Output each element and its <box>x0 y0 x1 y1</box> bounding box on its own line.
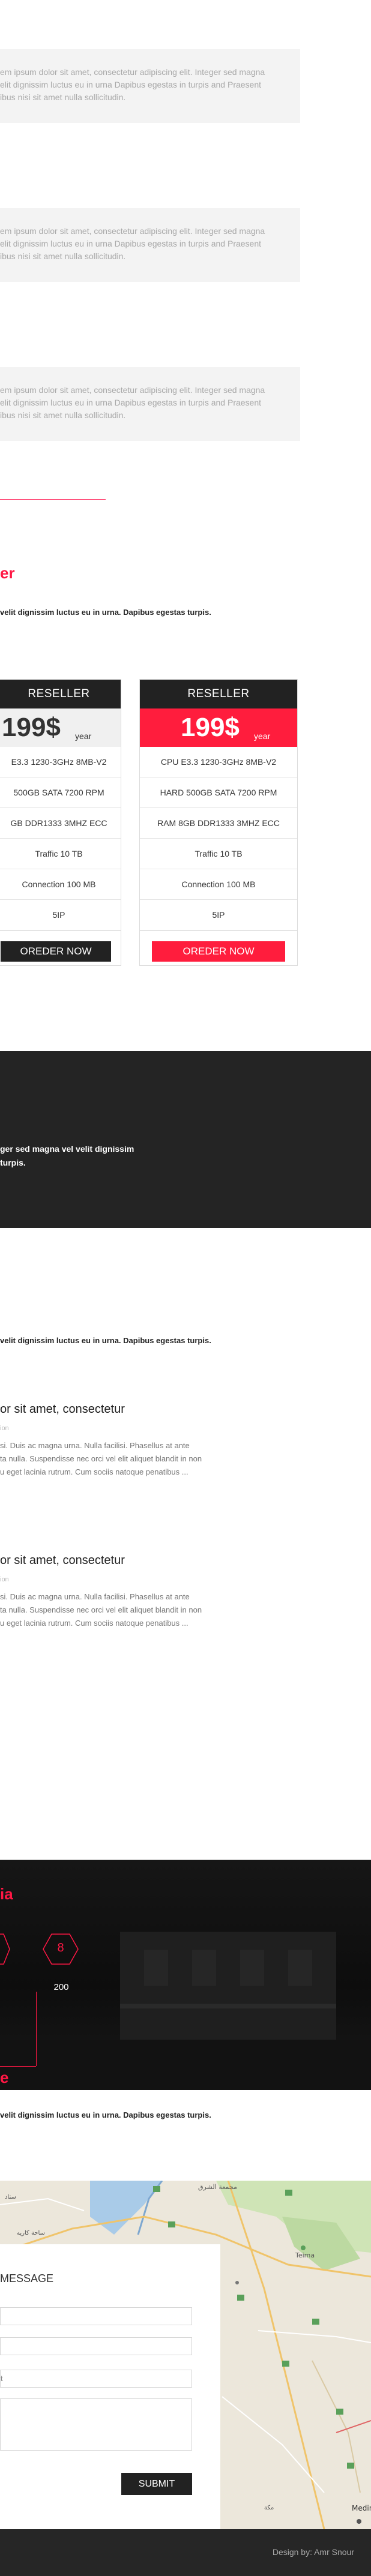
feature-item: E3.3 1230-3GHz 8MB-V2 <box>0 747 121 777</box>
name-field[interactable] <box>0 2307 192 2325</box>
stats-divider <box>0 2066 36 2067</box>
blog-post: or sit amet, consectetur ion si. Duis ac… <box>0 1554 202 1630</box>
contact-heading: e <box>0 2068 9 2086</box>
pricing-card-title: RESELLER <box>0 680 121 708</box>
stats-heading: ia <box>0 1885 13 1903</box>
stats-divider <box>36 1992 37 2066</box>
feature-item: RAM 8GB DDR1333 3MHZ ECC <box>140 808 297 839</box>
quote-line: ibus nisi sit amet nulla sollicitudin. <box>0 92 126 102</box>
blog-lead: velit dignissim luctus eu in urna. Dapib… <box>0 1336 211 1345</box>
pricing-card: RESELLER 199$ year CPU E3.3 1230-3GHz 8M… <box>139 679 298 966</box>
blog-post: or sit amet, consectetur ion si. Duis ac… <box>0 1403 202 1479</box>
stats-section: ia 8 200 <box>0 1860 371 2090</box>
feature-item: Connection 100 MB <box>140 869 297 900</box>
subject-field[interactable]: t <box>0 2370 192 2388</box>
quote-block: em ipsum dolor sit amet, consectetur adi… <box>0 367 300 441</box>
post-line: si. Duis ac magna urna. Nulla facilisi. … <box>0 1592 190 1601</box>
order-now-button[interactable]: OREDER NOW <box>1 941 111 962</box>
price-period: year <box>254 731 271 741</box>
map-label: Teima <box>295 2251 315 2259</box>
map-label: ساحة كاريه <box>17 2230 45 2236</box>
pricing-card: RESELLER 199$ year E3.3 1230-3GHz 8MB-V2… <box>0 679 121 966</box>
quote-line: em ipsum dolor sit amet, consectetur adi… <box>0 385 265 395</box>
post-line: u eget lacinia rutrum. Cum sociis natoqu… <box>0 1619 189 1628</box>
pricing-card-footer: OREDER NOW <box>140 930 297 965</box>
post-line: si. Duis ac magna urna. Nulla facilisi. … <box>0 1441 190 1450</box>
contact-form: MESSAGE t SUBMIT <box>0 2244 220 2529</box>
price-period: year <box>75 731 92 741</box>
post-meta: ion <box>0 1425 9 1432</box>
footer: Design by: Amr Snour <box>0 2529 371 2576</box>
post-line: ta nulla. Suspendisse nec orci vel elit … <box>0 1605 202 1614</box>
feature-item: GB DDR1333 3MHZ ECC <box>0 808 121 839</box>
stat-counter: 200 <box>53 1982 69 1992</box>
feature-item: 5IP <box>140 900 297 930</box>
quote-block: em ipsum dolor sit amet, consectetur adi… <box>0 208 300 282</box>
pricing-card-price: 199$ year <box>140 708 297 747</box>
pricing-card-price: 199$ year <box>0 708 121 747</box>
map-label: مجمعة الشرق <box>198 2183 237 2191</box>
post-line: u eget lacinia rutrum. Cum sociis natoqu… <box>0 1467 189 1476</box>
feature-item: CPU E3.3 1230-3GHz 8MB-V2 <box>140 747 297 777</box>
map-label: مكة <box>264 2505 274 2511</box>
message-field[interactable] <box>0 2398 192 2451</box>
map-label: ستاد <box>5 2194 16 2200</box>
submit-button[interactable]: SUBMIT <box>121 2473 192 2495</box>
feature-item: 5IP <box>0 900 121 930</box>
post-line: ta nulla. Suspendisse nec orci vel elit … <box>0 1454 202 1463</box>
pricing-card-footer: OREDER NOW <box>0 930 121 965</box>
order-now-button[interactable]: OREDER NOW <box>152 941 285 962</box>
quote-line: ibus nisi sit amet nulla sollicitudin. <box>0 251 126 261</box>
footer-credit: Design by: Amr Snour <box>272 2547 354 2557</box>
price-amount: 199$ <box>2 713 61 742</box>
pricing-lead: velit dignissim luctus eu in urna. Dapib… <box>0 608 211 617</box>
contact-lead: velit dignissim luctus eu in urna. Dapib… <box>0 2110 211 2119</box>
form-title: MESSAGE <box>0 2272 54 2284</box>
section-divider <box>0 499 106 500</box>
quote-line: em ipsum dolor sit amet, consectetur adi… <box>0 226 265 236</box>
post-title[interactable]: or sit amet, consectetur <box>0 1554 202 1568</box>
quote-line: elit dignissim luctus eu in urna Dapibus… <box>0 239 262 248</box>
quote-block: em ipsum dolor sit amet, consectetur adi… <box>0 49 300 123</box>
dark-banner: ger sed magna vel velit dignissim turpis… <box>0 1051 371 1228</box>
feature-item: 500GB SATA 7200 RPM <box>0 777 121 808</box>
feature-item: HARD 500GB SATA 7200 RPM <box>140 777 297 808</box>
banner-line: ger sed magna vel velit dignissim <box>0 1144 134 1154</box>
quote-line: elit dignissim luctus eu in urna Dapibus… <box>0 80 262 89</box>
quote-line: em ipsum dolor sit amet, consectetur adi… <box>0 67 265 77</box>
hexagon-value: 8 <box>57 1941 64 1954</box>
map-label: Medin <box>352 2504 371 2512</box>
pricing-card-title: RESELLER <box>140 680 297 708</box>
quote-line: ibus nisi sit amet nulla sollicitudin. <box>0 410 126 420</box>
price-amount: 199$ <box>181 713 240 742</box>
feature-item: Traffic 10 TB <box>0 839 121 869</box>
feature-item: Traffic 10 TB <box>140 839 297 869</box>
post-title[interactable]: or sit amet, consectetur <box>0 1403 202 1416</box>
city-background-image <box>0 1932 371 2090</box>
banner-line: turpis. <box>0 1158 26 1167</box>
pricing-heading: er <box>0 564 15 582</box>
quote-line: elit dignissim luctus eu in urna Dapibus… <box>0 398 262 407</box>
post-meta: ion <box>0 1576 9 1583</box>
feature-item: Connection 100 MB <box>0 869 121 900</box>
email-field[interactable] <box>0 2337 192 2355</box>
banner-text: ger sed magna vel velit dignissim turpis… <box>0 1142 134 1170</box>
hexagon-icon <box>0 1933 10 1965</box>
